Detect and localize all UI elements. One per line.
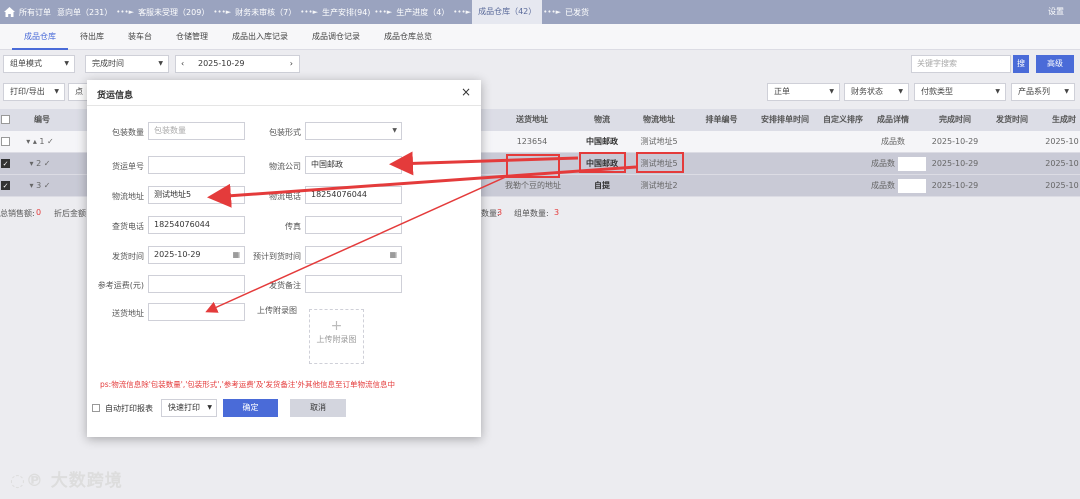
check-phone-input[interactable]: 18254076044 bbox=[148, 216, 245, 234]
tab-inout-records[interactable]: 成品出入库记录 bbox=[220, 24, 300, 50]
flow-arrow-icon: •••► bbox=[543, 8, 562, 16]
upload-image-button[interactable]: + 上传附录图 bbox=[309, 309, 364, 364]
flow-arrow-icon: •••► bbox=[374, 8, 393, 16]
cancel-button[interactable]: 取消 bbox=[290, 399, 346, 417]
tab-pending-out[interactable]: 待出库 bbox=[68, 24, 116, 50]
tab-transfer-records[interactable]: 成品调仓记录 bbox=[300, 24, 372, 50]
calendar-icon[interactable]: ▦ bbox=[232, 247, 240, 263]
step-intent[interactable]: 意向单（231） bbox=[54, 7, 115, 18]
delivery-address-input[interactable] bbox=[148, 303, 245, 321]
search-button[interactable]: 搜 bbox=[1013, 55, 1029, 73]
divider bbox=[87, 105, 481, 106]
order-type-select[interactable]: 正单 ▼ bbox=[767, 83, 840, 101]
tab-finished-warehouse[interactable]: 成品仓库 bbox=[12, 24, 68, 50]
home-icon[interactable] bbox=[2, 0, 16, 24]
product-series-select[interactable]: 产品系列 ▼ bbox=[1011, 83, 1075, 101]
dialog-note: ps:物流信息除'包装数量','包装形式','参考运费'及'发货备注'外其他信息… bbox=[100, 380, 395, 389]
pipeline-bar: 所有订单 意向单（231） •••► 客服未受理（209） •••► 财务未审核… bbox=[0, 0, 1080, 24]
pack-qty-input[interactable]: 包装数量 bbox=[148, 122, 245, 140]
keyword-search-input[interactable]: 关键字搜索 bbox=[911, 55, 1011, 73]
annotation-box bbox=[636, 152, 684, 173]
logistics-phone-input[interactable]: 18254076044 bbox=[305, 186, 402, 204]
pack-form-select[interactable]: ▼ bbox=[305, 122, 402, 140]
shipping-info-dialog: 货运信息 × 包装数量 包装数量 包装形式 ▼ 货运单号 物流公司 中国邮政 物… bbox=[87, 80, 481, 437]
caret-down-icon: ▼ bbox=[995, 88, 1000, 95]
date-value: 2025-10-29 bbox=[198, 59, 245, 68]
row-number: ▾ 3 ✓ bbox=[29, 181, 51, 190]
dialog-title: 货运信息 bbox=[97, 91, 134, 101]
flow-arrow-icon: •••► bbox=[116, 8, 135, 16]
detail-input[interactable] bbox=[898, 157, 926, 171]
caret-down-icon: ▼ bbox=[1064, 88, 1069, 95]
print-mode-select[interactable]: 快速打印 ▼ bbox=[161, 399, 217, 417]
logistics-address-input[interactable]: 测试地址5 bbox=[148, 186, 245, 204]
pay-type-select[interactable]: 付款类型 ▼ bbox=[914, 83, 1006, 101]
logistics-company-input[interactable]: 中国邮政 bbox=[305, 156, 402, 174]
sub-tabs: 成品仓库 待出库 装车台 仓储管理 成品出入库记录 成品调仓记录 成品仓库总览 bbox=[0, 24, 1080, 50]
caret-down-icon: ▼ bbox=[207, 404, 212, 411]
step-all-orders[interactable]: 所有订单 bbox=[16, 7, 54, 18]
detail-input[interactable] bbox=[898, 179, 926, 193]
step-production-plan[interactable]: 生产安排(94) bbox=[319, 7, 373, 18]
caret-down-icon: ▼ bbox=[898, 88, 903, 95]
more-select[interactable]: 点 bbox=[68, 83, 88, 101]
print-export-select[interactable]: 打印/导出 ▼ bbox=[3, 83, 65, 101]
fax-input[interactable] bbox=[305, 216, 402, 234]
row-checkbox[interactable]: ✓ bbox=[1, 159, 10, 168]
settings-link[interactable]: 设置 bbox=[1048, 0, 1064, 24]
time-type-select[interactable]: 完成时间 ▼ bbox=[85, 55, 169, 73]
tab-loading[interactable]: 装车台 bbox=[116, 24, 164, 50]
caret-down-icon: ▼ bbox=[392, 127, 397, 134]
caret-down-icon: ▼ bbox=[64, 60, 69, 67]
row-checkbox[interactable] bbox=[1, 137, 10, 146]
step-production-progress[interactable]: 生产进度（4） bbox=[393, 7, 452, 18]
close-icon[interactable]: × bbox=[461, 85, 471, 99]
annotation-box bbox=[506, 154, 560, 178]
waybill-input[interactable] bbox=[148, 156, 245, 174]
watermark-logo: ◌℗ 大数跨境 bbox=[10, 471, 123, 491]
caret-down-icon: ▼ bbox=[54, 88, 59, 95]
annotation-box bbox=[579, 152, 626, 173]
ship-time-input[interactable]: 2025-10-29 ▦ bbox=[148, 246, 245, 264]
step-finished-warehouse[interactable]: 成品仓库（42） bbox=[472, 0, 543, 24]
next-date-icon[interactable]: › bbox=[290, 56, 293, 72]
row-number: ▾ 2 ✓ bbox=[29, 159, 51, 168]
advanced-button[interactable]: 高级 bbox=[1036, 55, 1074, 73]
tab-overview[interactable]: 成品仓库总览 bbox=[372, 24, 444, 50]
mode-select[interactable]: 组单模式 ▼ bbox=[3, 55, 75, 73]
step-cs-pending[interactable]: 客服未受理（209） bbox=[135, 7, 212, 18]
plus-icon: + bbox=[330, 318, 343, 334]
row-number: ▾ ▴ 1 ✓ bbox=[26, 137, 54, 146]
select-all-checkbox[interactable] bbox=[1, 115, 10, 124]
auto-print-checkbox[interactable] bbox=[92, 404, 100, 412]
caret-down-icon: ▼ bbox=[829, 88, 834, 95]
flow-arrow-icon: •••► bbox=[453, 8, 472, 16]
finance-status-select[interactable]: 财务状态 ▼ bbox=[844, 83, 909, 101]
step-shipped[interactable]: 已发货 bbox=[562, 7, 592, 18]
flow-arrow-icon: •••► bbox=[300, 8, 318, 16]
calendar-icon[interactable]: ▦ bbox=[389, 247, 397, 263]
filter-row: 组单模式 ▼ 完成时间 ▼ ‹ 2025-10-29 › 关键字搜索 搜 高级 bbox=[0, 55, 1080, 75]
flow-arrow-icon: •••► bbox=[213, 8, 232, 16]
confirm-button[interactable]: 确定 bbox=[223, 399, 278, 417]
prev-date-icon[interactable]: ‹ bbox=[181, 56, 184, 72]
row-checkbox[interactable]: ✓ bbox=[1, 181, 10, 190]
eta-input[interactable]: ▦ bbox=[305, 246, 402, 264]
ship-note-input[interactable] bbox=[305, 275, 402, 293]
tab-storage[interactable]: 仓储管理 bbox=[164, 24, 220, 50]
ref-fee-input[interactable] bbox=[148, 275, 245, 293]
step-finance-pending[interactable]: 财务未审核（7） bbox=[232, 7, 299, 18]
caret-down-icon: ▼ bbox=[158, 60, 163, 67]
date-picker[interactable]: ‹ 2025-10-29 › bbox=[175, 55, 300, 73]
